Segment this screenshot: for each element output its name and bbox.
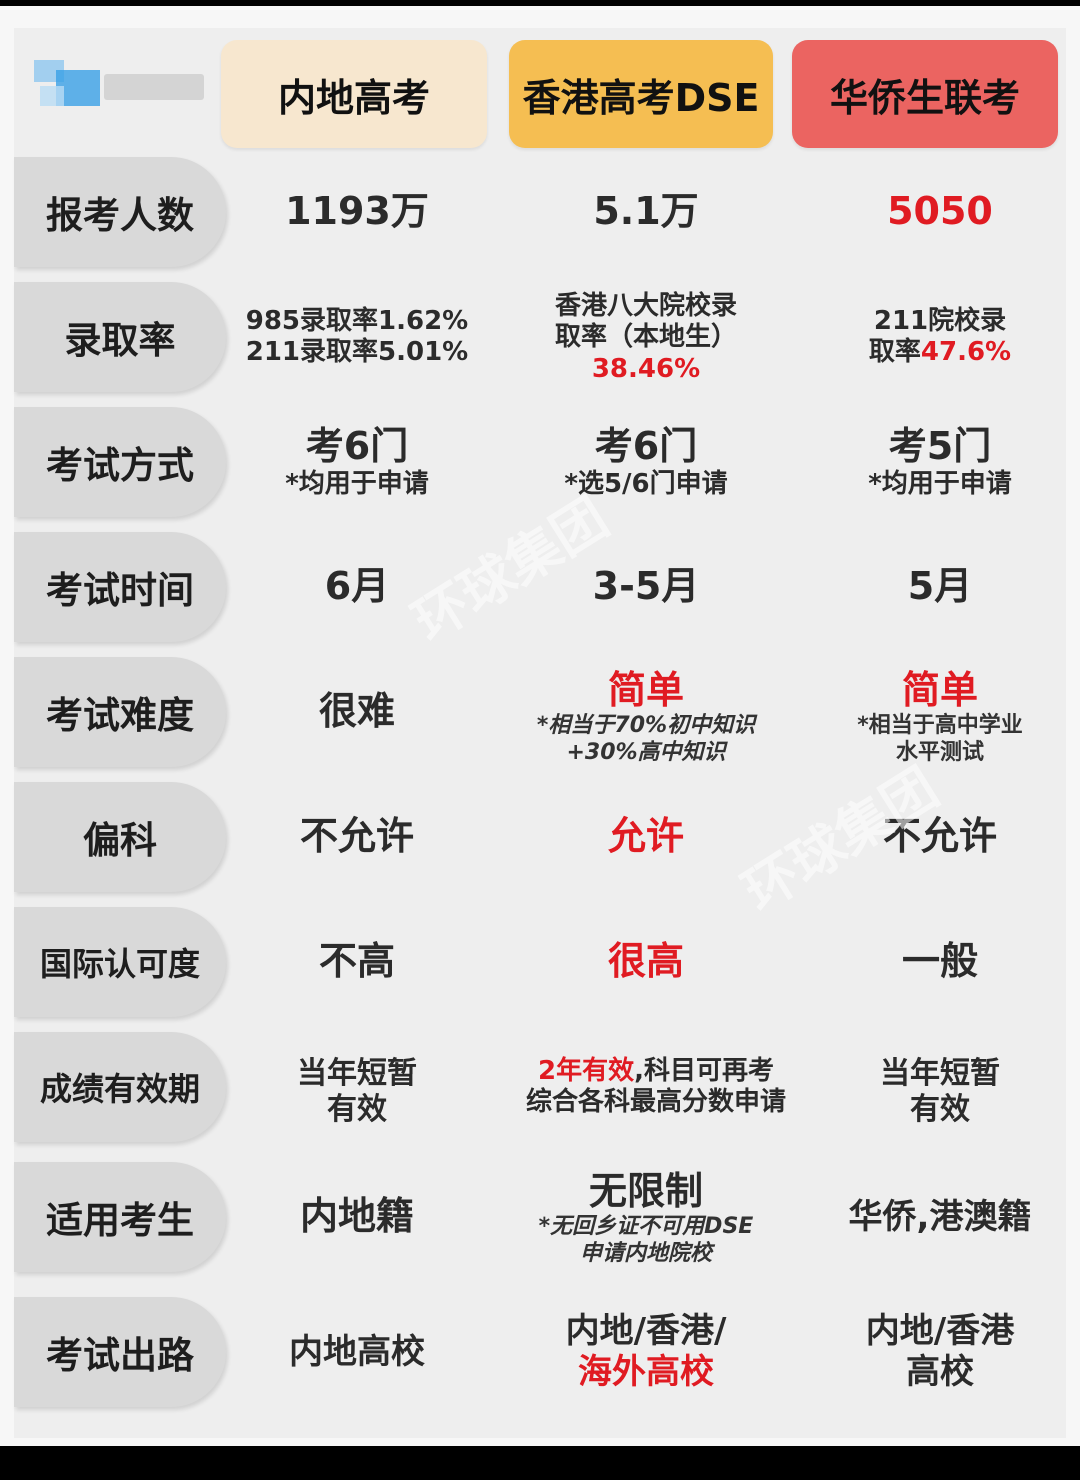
admission-overseas-line2: 取率47.6% [869,337,1011,368]
admission-dse-line2: 取率（本地生） [554,322,737,353]
eligible-dse-note1: *无回乡证不可用DSE [538,1214,754,1240]
row-label-pathway: 考试出路 [14,1297,226,1407]
cell-difficulty-overseas: 简单 *相当于高中学业 水平测试 [800,657,1080,777]
eligible-dse-value: 无限制 [588,1168,703,1213]
difficulty-overseas-note2: 水平测试 [895,739,984,765]
format-overseas-note: *均用于申请 [868,469,1012,500]
cell-time-dse: 3-5月 [592,564,700,609]
cell-pathway-overseas: 内地/香港 高校 [800,1297,1080,1407]
cell-format-mainland: 考6门 *均用于申请 [226,407,488,517]
cell-applicants-dse: 5.1万 [593,189,699,234]
cell-bias-dse: 允许 [607,814,684,859]
row-label-recognition: 国际认可度 [14,907,226,1017]
admission-overseas-prefix: 取率 [868,337,921,367]
cell-validity-mainland: 当年短暂 有效 [226,1032,488,1152]
cell-recognition-overseas: 一般 [901,939,978,984]
format-mainland-note: *均用于申请 [285,469,429,500]
cell-recognition-mainland: 不高 [318,939,395,984]
row-label-validity: 成绩有效期 [14,1032,226,1142]
validity-mainland-line1: 当年短暂 [297,1056,417,1091]
cell-time-mainland: 6月 [324,564,390,609]
header-mainland-gaokao: 内地高考 [221,40,487,148]
admission-985: 985录取率1.62% [245,305,469,336]
bottom-bar [0,1446,1080,1480]
difficulty-dse-note1: *相当于70%初中知识 [536,713,756,739]
admission-dse-line1: 香港八大院校录 [554,291,737,322]
validity-dse-line1: 2年有效,科目可再考 [538,1056,774,1087]
cell-recognition-dse: 很高 [607,939,684,984]
cell-format-overseas: 考5门 *均用于申请 [800,407,1080,517]
format-mainland-subjects: 考6门 [305,423,409,468]
cell-pathway-mainland: 内地高校 [289,1331,425,1372]
validity-overseas-line1: 当年短暂 [880,1056,1000,1091]
cell-admission-overseas: 211院校录 取率47.6% [800,282,1080,392]
cell-format-dse: 考6门 *选5/6门申请 [505,407,787,517]
validity-mainland-line2: 有效 [327,1092,387,1127]
cell-bias-mainland: 不允许 [299,814,414,859]
validity-dse-rest: ,科目可再考 [634,1055,774,1086]
difficulty-dse-value: 简单 [607,667,684,712]
cell-eligible-mainland: 内地籍 [299,1194,414,1239]
format-dse-note: *选5/6门申请 [564,469,728,500]
row-label-difficulty: 考试难度 [14,657,226,767]
row-label-exam-format: 考试方式 [14,407,226,517]
cell-applicants-mainland: 1193万 [285,189,429,234]
header-overseas-chinese-exam: 华侨生联考 [792,40,1058,148]
cell-difficulty-dse: 简单 *相当于70%初中知识 +30%高中知识 [505,657,787,777]
row-label-exam-time: 考试时间 [14,532,226,642]
admission-211: 211录取率5.01% [245,337,469,367]
validity-overseas-line2: 有效 [910,1092,970,1127]
eligible-dse-note2: 申请内地院校 [579,1240,712,1266]
pathway-overseas-line1: 内地/香港 [865,1311,1015,1352]
format-dse-subjects: 考6门 [594,423,698,468]
difficulty-overseas-value: 简单 [901,667,978,712]
cell-difficulty-mainland: 很难 [318,689,395,734]
admission-overseas-rate: 47.6% [920,337,1012,367]
cell-time-overseas: 5月 [907,564,973,609]
validity-dse-line2: 综合各科最高分数申请 [525,1087,786,1117]
cell-eligible-dse: 无限制 *无回乡证不可用DSE 申请内地院校 [505,1156,787,1280]
cell-eligible-overseas: 华侨,港澳籍 [848,1196,1032,1237]
comparison-page: 内地高考 香港高考DSE 华侨生联考 报考人数 1193万 5.1万 5050 … [0,6,1080,1446]
validity-dse-highlight: 2年有效 [538,1055,635,1086]
cell-admission-dse: 香港八大院校录 取率（本地生） 38.46% [505,276,787,400]
cell-admission-mainland: 985录取率1.62% 211录取率5.01% [226,282,488,392]
header-hk-dse: 香港高考DSE [509,40,773,148]
row-label-subject-bias: 偏科 [14,782,226,892]
row-label-eligible: 适用考生 [14,1162,226,1272]
pathway-dse-line1: 内地/香港/ [565,1311,727,1352]
pathway-dse-line2: 海外高校 [578,1352,714,1392]
cell-validity-dse: 2年有效,科目可再考 综合各科最高分数申请 [500,1032,812,1142]
cell-bias-overseas: 不允许 [882,814,997,859]
row-label-admission-rate: 录取率 [14,282,226,392]
cell-applicants-overseas: 5050 [887,189,993,234]
row-label-applicants: 报考人数 [14,157,226,267]
cell-pathway-dse: 内地/香港/ 海外高校 [505,1297,787,1407]
admission-dse-rate: 38.46% [591,353,701,384]
brand-logo [34,56,204,110]
cell-validity-overseas: 当年短暂 有效 [800,1032,1080,1152]
format-overseas-subjects: 考5门 [888,423,992,468]
admission-overseas-line1: 211院校录 [873,305,1007,336]
difficulty-dse-note2: +30%高中知识 [566,739,726,765]
pathway-overseas-line2: 高校 [906,1352,974,1392]
difficulty-overseas-note1: *相当于高中学业 [857,713,1023,739]
